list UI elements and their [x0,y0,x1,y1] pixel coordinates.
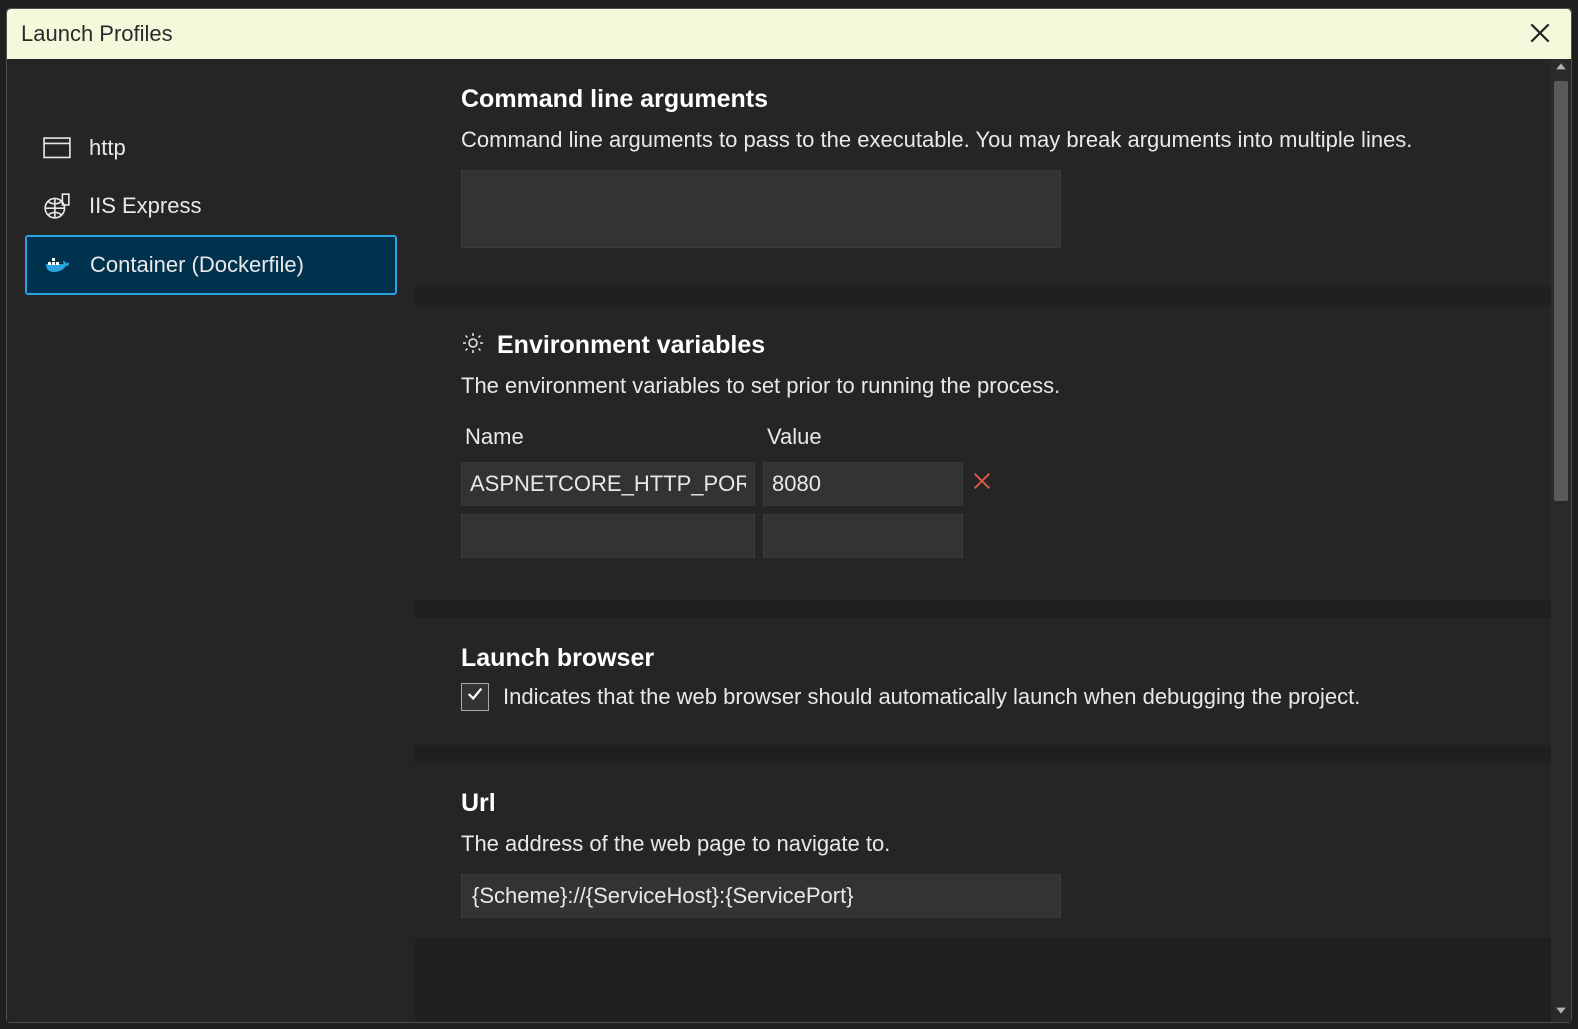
cmdline-title: Command line arguments [461,85,768,114]
sidebar: http IIS Express Container (Dockerfile) [7,59,415,1022]
duplicate-profile-button[interactable] [83,73,111,101]
env-value-input[interactable] [764,463,962,505]
section-browser: Launch browser Indicates that the web br… [415,618,1551,745]
launch-browser-checkbox[interactable] [461,683,489,711]
env-delete-button[interactable] [971,462,1001,506]
profile-item-http[interactable]: http [25,119,397,177]
window-icon [43,135,71,161]
dialog-title: Launch Profiles [21,21,173,47]
browser-title: Launch browser [461,644,654,673]
close-button[interactable] [1523,16,1557,53]
scroll-down-button[interactable] [1551,1002,1571,1022]
sidebar-toolbar [7,59,415,111]
new-profile-button[interactable] [35,73,63,101]
env-header-value: Value [763,424,963,454]
profile-item-label: http [89,135,126,161]
env-title: Environment variables [497,331,765,360]
scroll-up-button[interactable] [1551,59,1571,79]
gear-icon [461,331,485,360]
profile-item-container-dockerfile[interactable]: Container (Dockerfile) [25,235,397,295]
section-env: Environment variables The environment va… [415,305,1551,600]
env-header-name: Name [461,424,755,454]
cmdline-desc: Command line arguments to pass to the ex… [461,124,1505,156]
delete-profile-button[interactable] [131,73,159,101]
cmdline-input[interactable] [461,170,1061,248]
url-desc: The address of the web page to navigate … [461,828,1505,860]
section-url: Url The address of the web page to navig… [415,763,1551,938]
env-row [461,462,1001,506]
delete-icon [971,479,993,496]
close-icon [1527,34,1553,49]
rename-profile-button[interactable] [179,73,207,101]
env-value-input[interactable] [764,515,962,557]
env-name-input[interactable] [462,463,754,505]
titlebar: Launch Profiles [7,9,1571,59]
env-table: Name Value [453,416,1009,566]
settings-panel: Command line arguments Command line argu… [415,59,1551,1022]
profile-item-label: Container (Dockerfile) [90,252,304,278]
scrollbar[interactable] [1551,59,1571,1022]
profile-item-label: IIS Express [89,193,201,219]
scroll-thumb[interactable] [1554,81,1568,501]
browser-checkbox-label: Indicates that the web browser should au… [503,684,1360,710]
checkmark-icon [466,685,484,708]
chevron-up-icon [1555,60,1567,78]
launch-profiles-dialog: Launch Profiles [6,8,1572,1023]
env-row [461,514,1001,558]
chevron-down-icon [1555,1003,1567,1021]
profile-item-iis-express[interactable]: IIS Express [25,177,397,235]
env-desc: The environment variables to set prior t… [461,370,1505,402]
url-title: Url [461,789,496,818]
section-cmdline: Command line arguments Command line argu… [415,59,1551,287]
globe-icon [43,193,71,219]
env-name-input[interactable] [462,515,754,557]
url-input[interactable] [461,874,1061,918]
profile-list: http IIS Express Container (Dockerfile) [7,111,415,303]
docker-icon [44,252,72,278]
